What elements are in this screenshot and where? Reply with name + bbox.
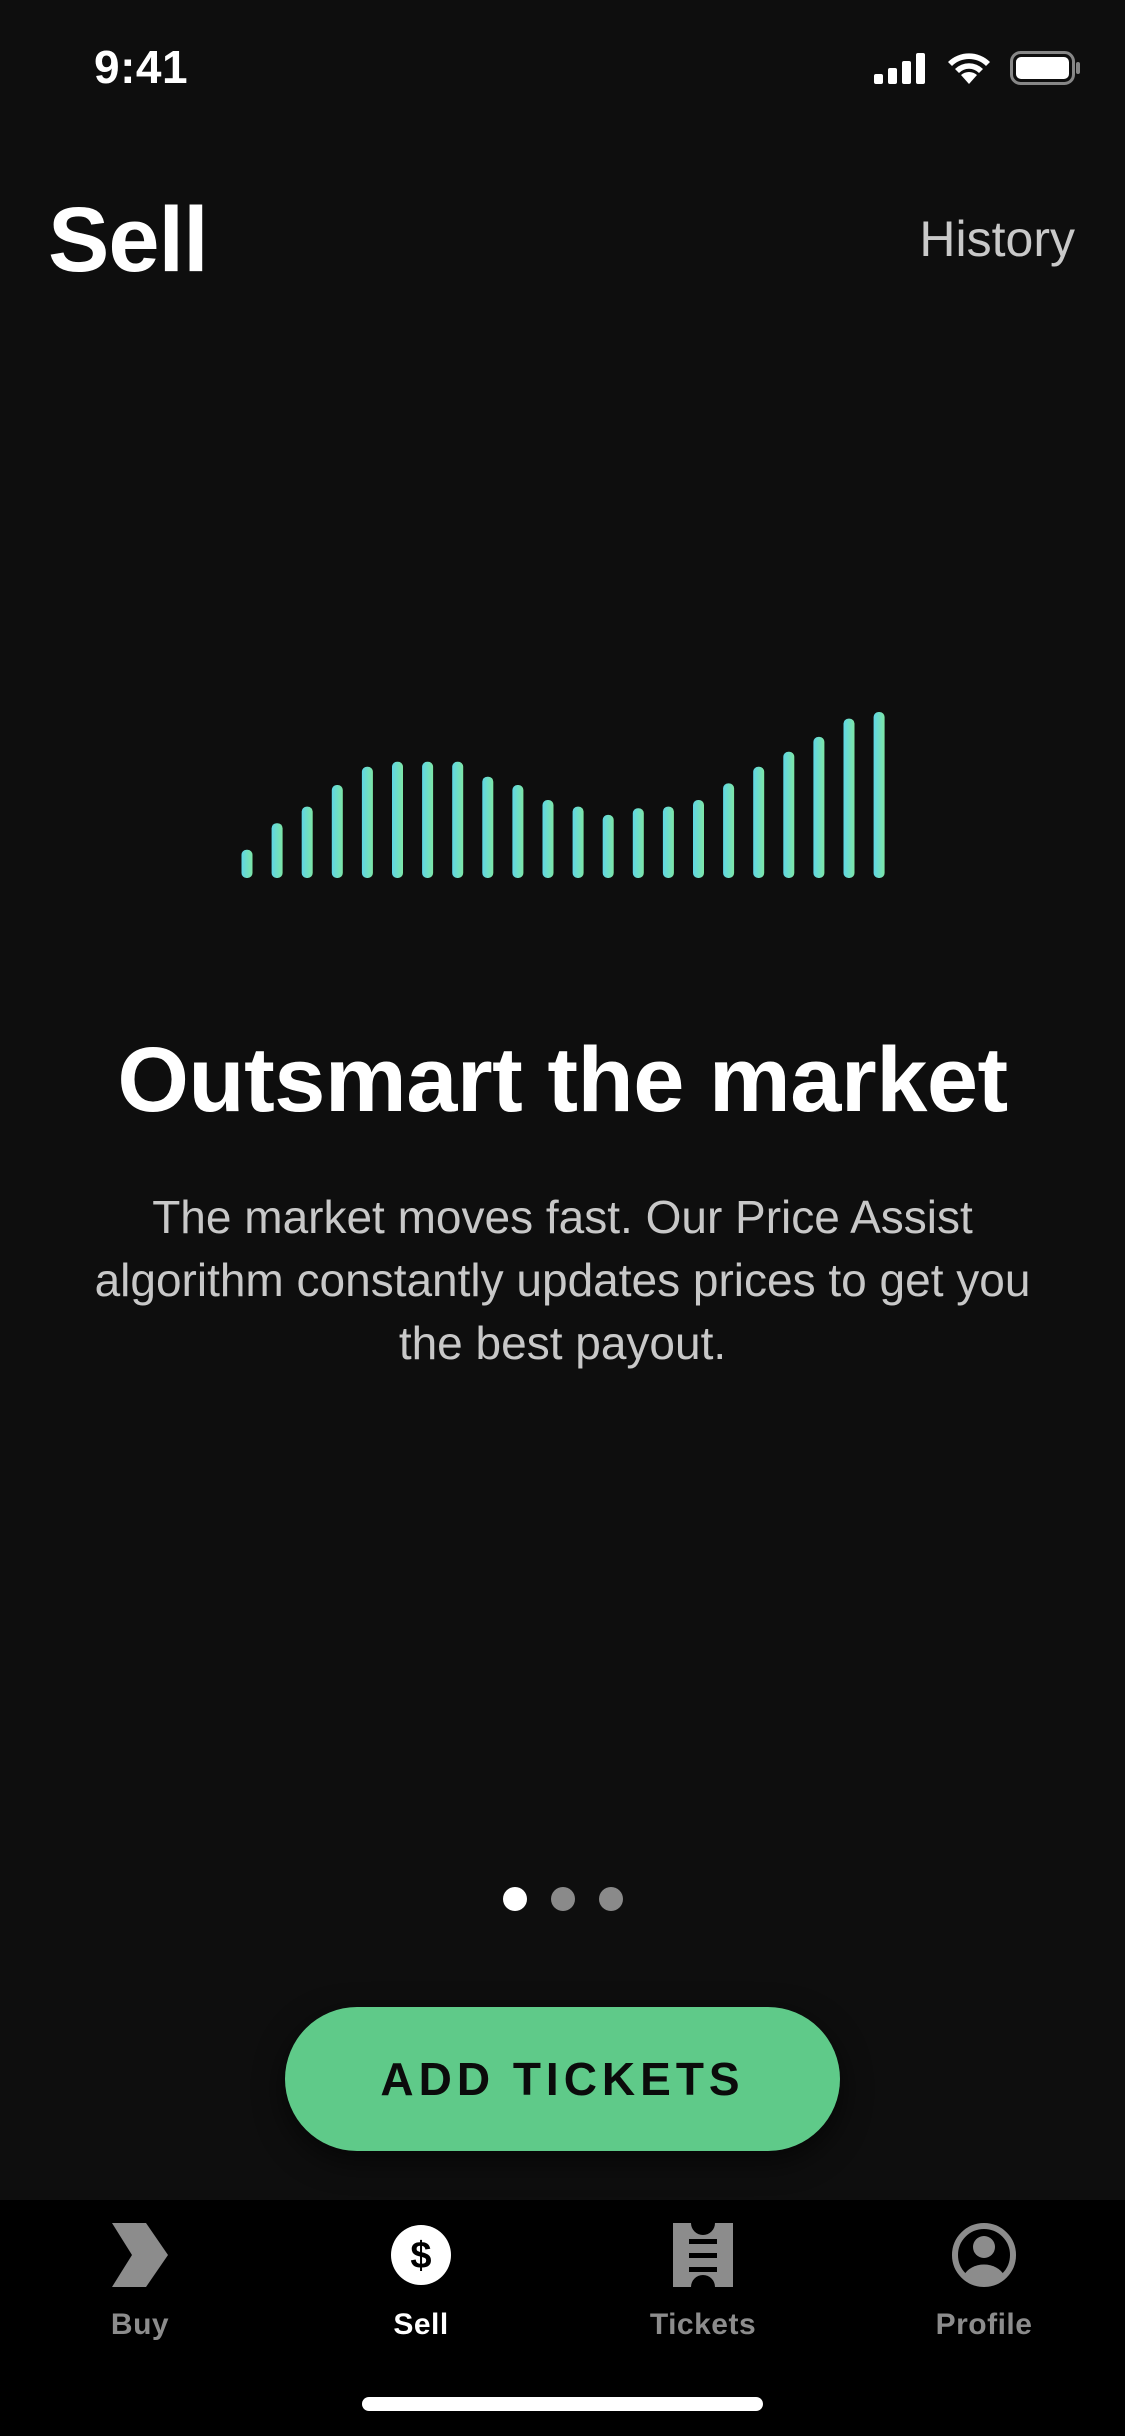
illustration-bar <box>482 776 494 878</box>
battery-icon <box>1010 51 1080 85</box>
profile-icon <box>947 2218 1021 2292</box>
illustration-bar <box>813 736 825 878</box>
illustration-bar <box>271 823 283 878</box>
illustration-bar <box>392 761 403 878</box>
ticket-icon <box>666 2218 740 2292</box>
page-dot[interactable] <box>598 1887 623 1911</box>
illustration-bar <box>693 800 704 878</box>
illustration-bar <box>662 806 674 878</box>
history-link[interactable]: History <box>919 210 1075 268</box>
illustration-bar <box>632 808 644 878</box>
illustration-bar <box>602 814 614 878</box>
illustration-bar <box>542 800 554 878</box>
status-icons <box>874 48 1082 88</box>
buy-chevron-icon <box>103 2218 177 2292</box>
cellular-signal-icon <box>874 53 925 84</box>
tab-profile-label: Profile <box>935 2308 1033 2341</box>
page-title: Sell <box>48 189 209 291</box>
tab-buy-label: Buy <box>110 2308 170 2341</box>
tab-profile[interactable]: Profile <box>884 2218 1084 2368</box>
add-tickets-button[interactable]: ADD TICKETS <box>285 2007 840 2151</box>
page-dot[interactable] <box>502 1887 527 1911</box>
illustration-bar <box>301 806 313 878</box>
illustration-bar <box>361 766 373 878</box>
illustration-bar <box>723 783 735 878</box>
dollar-circle-icon: $ <box>384 2218 458 2292</box>
tab-bar: Buy $ Sell Tickets Profile <box>0 2200 1125 2436</box>
illustration-bar <box>783 751 795 878</box>
status-time: 9:41 <box>94 41 189 93</box>
illustration-bar <box>422 761 434 878</box>
home-indicator <box>362 2397 763 2411</box>
illustration-bar <box>452 761 464 878</box>
illustration-bar <box>843 718 855 878</box>
illustration-bar <box>512 785 524 878</box>
svg-text:$: $ <box>410 2235 431 2277</box>
tab-buy[interactable]: Buy <box>40 2218 240 2368</box>
illustration-bar <box>873 712 885 878</box>
hero-heading: Outsmart the market <box>117 1029 1008 1131</box>
illustration-bar <box>753 766 765 878</box>
page-dot[interactable] <box>550 1887 575 1911</box>
tab-tickets[interactable]: Tickets <box>603 2218 803 2368</box>
wifi-icon <box>948 53 990 84</box>
tab-sell[interactable]: $ Sell <box>321 2218 521 2368</box>
illustration-bar <box>241 849 253 878</box>
tab-tickets-label: Tickets <box>649 2308 757 2341</box>
tab-sell-label: Sell <box>393 2308 449 2341</box>
illustration-bar <box>572 806 584 878</box>
status-bar: 9:41 <box>0 0 1125 132</box>
illustration-bar <box>331 785 343 878</box>
page-indicator <box>0 1887 1125 1911</box>
hero-body: The market moves fast. Our Price Assist … <box>94 1191 1031 1369</box>
